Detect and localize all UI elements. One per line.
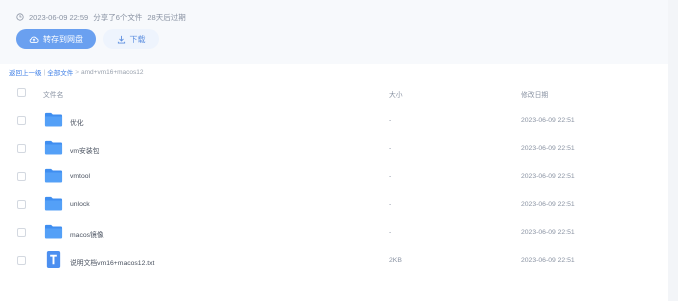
breadcrumb-all-files-link[interactable]: 全部文件 (47, 67, 73, 77)
text-file-icon (46, 250, 61, 269)
file-size: 2KB (389, 257, 402, 264)
file-name[interactable]: macos镜像 (70, 229, 104, 239)
file-name[interactable]: 优化 (70, 117, 84, 127)
select-all-checkbox[interactable] (17, 88, 26, 97)
file-name[interactable]: 说明文档vm16+macos12.txt (70, 257, 154, 267)
file-size: - (389, 145, 392, 152)
column-header-date[interactable]: 修改日期 (521, 89, 548, 99)
file-size: - (389, 173, 392, 180)
breadcrumb-back-link[interactable]: 返回上一级 (9, 67, 42, 77)
folder-icon (44, 168, 63, 183)
file-date: 2023-06-09 22:51 (521, 145, 575, 152)
column-header-size[interactable]: 大小 (389, 89, 403, 99)
share-count: 分享了6个文件 (93, 12, 143, 22)
share-datetime: 2023-06-09 22:59 (29, 12, 89, 22)
breadcrumb: 返回上一级 | 全部文件 > amd+vm16+macos12 (9, 67, 144, 78)
column-header-name[interactable]: 文件名 (43, 89, 63, 99)
file-row[interactable]: unlock - 2023-06-09 22:51 (0, 190, 678, 218)
clock-icon (16, 13, 24, 21)
save-to-cloud-button[interactable]: 转存到网盘 (16, 29, 96, 49)
folder-icon (44, 224, 63, 239)
row-checkbox[interactable] (17, 256, 26, 265)
file-row[interactable]: 优化 - 2023-06-09 22:51 (0, 106, 678, 134)
file-date: 2023-06-09 22:51 (521, 257, 575, 264)
file-row[interactable]: 说明文档vm16+macos12.txt 2KB 2023-06-09 22:5… (0, 246, 678, 274)
file-size: - (389, 229, 392, 236)
file-date: 2023-06-09 22:51 (521, 229, 575, 236)
file-table-header: 文件名 大小 修改日期 (0, 82, 678, 102)
cloud-upload-icon (29, 36, 39, 43)
breadcrumb-current-folder: amd+vm16+macos12 (81, 68, 144, 76)
breadcrumb-arrow: > (75, 68, 79, 76)
file-row[interactable]: vmtool - 2023-06-09 22:51 (0, 162, 678, 190)
file-name[interactable]: unlock (70, 201, 90, 208)
share-info-bar: 2023-06-09 22:59 分享了6个文件 28天后过期 转存到网盘 下载 (0, 0, 678, 64)
file-date: 2023-06-09 22:51 (521, 173, 575, 180)
file-row[interactable]: vm安装包 - 2023-06-09 22:51 (0, 134, 678, 162)
save-to-cloud-label: 转存到网盘 (43, 34, 83, 44)
share-expiry: 28天后过期 (147, 12, 186, 22)
folder-icon (44, 112, 63, 127)
row-checkbox[interactable] (17, 172, 26, 181)
file-date: 2023-06-09 22:51 (521, 117, 575, 124)
scrollbar-track[interactable] (668, 0, 678, 301)
breadcrumb-divider: | (43, 68, 46, 76)
download-icon (117, 35, 125, 44)
row-checkbox[interactable] (17, 144, 26, 153)
file-size: - (389, 117, 392, 124)
file-name[interactable]: vm安装包 (70, 145, 99, 155)
row-checkbox[interactable] (17, 116, 26, 125)
file-name[interactable]: vmtool (70, 173, 90, 180)
download-label: 下载 (129, 34, 146, 44)
folder-icon (44, 196, 63, 211)
folder-icon (44, 140, 63, 155)
row-checkbox[interactable] (17, 228, 26, 237)
file-row[interactable]: macos镜像 - 2023-06-09 22:51 (0, 218, 678, 246)
file-date: 2023-06-09 22:51 (521, 201, 575, 208)
row-checkbox[interactable] (17, 200, 26, 209)
download-button[interactable]: 下载 (103, 29, 159, 49)
share-meta: 2023-06-09 22:59 分享了6个文件 28天后过期 (16, 11, 186, 23)
file-size: - (389, 201, 392, 208)
